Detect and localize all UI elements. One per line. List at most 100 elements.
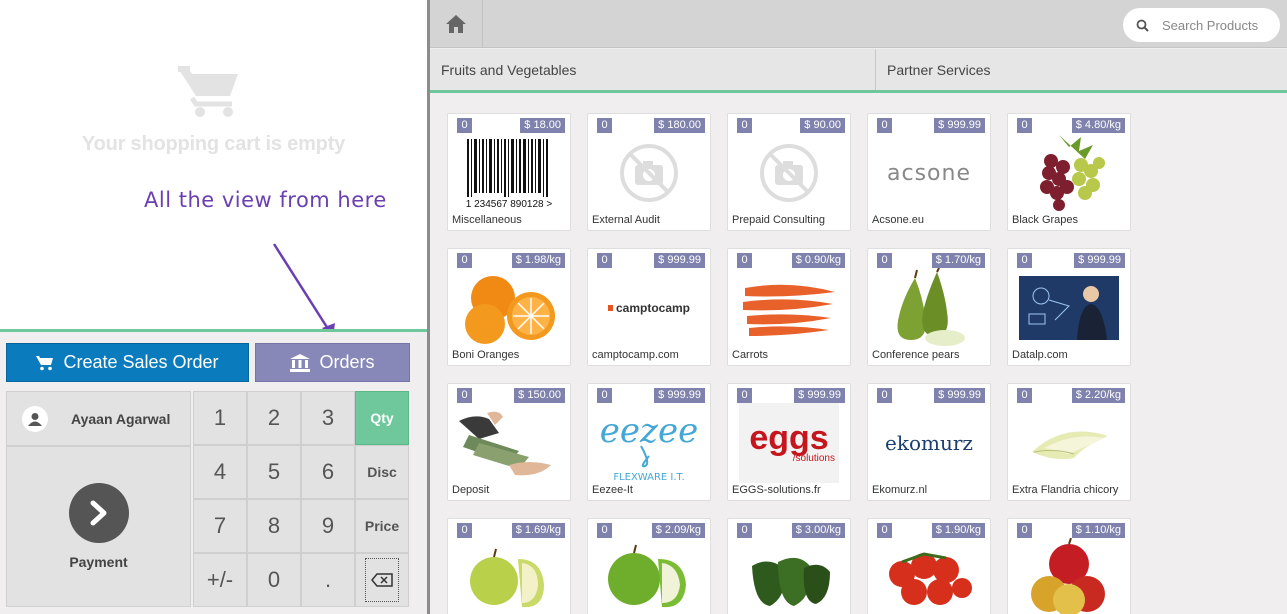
- qty-badge: 0: [1017, 253, 1032, 268]
- numpad-key-dot[interactable]: .: [301, 553, 355, 607]
- payment-button[interactable]: Payment: [6, 446, 191, 607]
- product-card[interactable]: eggs /solutions 0 $ 999.99 EGGS-solutions.…: [727, 383, 851, 501]
- chicory-icon: [1032, 431, 1108, 460]
- oranges-icon: [465, 276, 555, 344]
- product-card[interactable]: 0 $ 1.69/kg: [447, 518, 571, 614]
- product-card[interactable]: 0 $ 1.10/kg: [1007, 518, 1131, 614]
- product-topbar: [430, 0, 1287, 48]
- bank-icon: [290, 353, 311, 372]
- category-fruits-and-vegetables[interactable]: Fruits and Vegetables: [430, 49, 876, 90]
- product-card[interactable]: 0 $ 4.80/kg Black Grapes: [1007, 113, 1131, 231]
- chevron-right-icon: [90, 500, 107, 526]
- product-card[interactable]: camptocamp 0 $ 999.99 camptocamp.com: [587, 248, 711, 366]
- price-badge: $ 1.90/kg: [931, 523, 985, 538]
- green-apples-icon: [608, 544, 686, 608]
- carrots-icon: [743, 284, 835, 336]
- product-image: [732, 132, 846, 214]
- search-box[interactable]: [1123, 8, 1280, 42]
- shopping-cart-icon: [178, 66, 238, 117]
- product-card[interactable]: 0 $ 90.00 Prepaid Consulting: [727, 113, 851, 231]
- product-image: camptocamp: [592, 267, 706, 349]
- product-card[interactable]: 0 $ 1.90/kg: [867, 518, 991, 614]
- red-apples-icon: [1031, 538, 1105, 614]
- numpad-key-8[interactable]: 8: [247, 499, 301, 553]
- numpad-key-4[interactable]: 4: [193, 445, 247, 499]
- search-input[interactable]: [1162, 17, 1272, 33]
- qty-badge: 0: [597, 253, 612, 268]
- price-badge: $ 999.99: [794, 388, 845, 403]
- numpad-key-plusminus[interactable]: +/-: [193, 553, 247, 607]
- qty-badge: 0: [737, 523, 752, 538]
- backspace-button[interactable]: [355, 553, 409, 607]
- product-card[interactable]: 0 $ 0.90/kg Carrots: [727, 248, 851, 366]
- qty-badge: 0: [877, 118, 892, 133]
- product-image: ekomurz: [872, 402, 986, 484]
- qty-badge: 0: [737, 118, 752, 133]
- orders-button[interactable]: Orders: [255, 343, 410, 382]
- svg-text:eezee: eezee: [601, 411, 697, 451]
- product-card[interactable]: acsone 0 $ 999.99 Acsone.eu: [867, 113, 991, 231]
- qty-badge: 0: [597, 118, 612, 133]
- avatar: [22, 405, 48, 432]
- customer-button[interactable]: Ayaan Agarwal: [6, 391, 191, 446]
- category-partner-services[interactable]: Partner Services: [876, 49, 990, 90]
- price-badge: $ 4.80/kg: [1071, 118, 1125, 133]
- product-image: eggs /solutions: [732, 402, 846, 484]
- backspace-icon: [371, 573, 393, 587]
- product-card[interactable]: 0 $ 1.98/kg Boni Oranges: [447, 248, 571, 366]
- numpad-key-9[interactable]: 9: [301, 499, 355, 553]
- product-name: Boni Oranges: [452, 349, 520, 361]
- eggs-logo-icon: eggs /solutions: [739, 403, 839, 483]
- product-image: [1012, 402, 1126, 484]
- product-card[interactable]: 0 $ 1.70/kg Conference pears: [867, 248, 991, 366]
- numpad-key-5[interactable]: 5: [247, 445, 301, 499]
- numpad-key-1[interactable]: 1: [193, 391, 247, 445]
- mode-qty-button[interactable]: Qty: [355, 391, 409, 445]
- price-badge: $ 999.99: [934, 388, 985, 403]
- product-name: Prepaid Consulting: [732, 214, 825, 226]
- create-sales-order-button[interactable]: Create Sales Order: [6, 343, 249, 382]
- numpad-key-3[interactable]: 3: [301, 391, 355, 445]
- product-name: Conference pears: [872, 349, 960, 361]
- price-badge: $ 999.99: [1074, 253, 1125, 268]
- product-card[interactable]: 0 $ 180.00 External Audit: [587, 113, 711, 231]
- product-image: [872, 537, 986, 614]
- qty-badge: 0: [597, 388, 612, 403]
- qty-badge: 0: [1017, 388, 1032, 403]
- product-card[interactable]: eezee FLEXWARE I.T. 0 $ 999.99 Eezee-It: [587, 383, 711, 501]
- product-card[interactable]: 0 $ 3.00/kg: [727, 518, 851, 614]
- product-image: [452, 537, 566, 614]
- home-button[interactable]: [430, 0, 483, 48]
- product-name: External Audit: [592, 214, 660, 226]
- product-card[interactable]: 0 $ 2.09/kg: [587, 518, 711, 614]
- golden-apples-icon: [470, 548, 544, 608]
- product-card[interactable]: ekomurz 0 $ 999.99 Ekomurz.nl: [867, 383, 991, 501]
- backspace-focus: [365, 558, 399, 602]
- product-name: EGGS-solutions.fr: [732, 484, 821, 496]
- cart-area: Your shopping cart is empty All the view…: [0, 0, 427, 338]
- numpad-key-7[interactable]: 7: [193, 499, 247, 553]
- numpad-key-0[interactable]: 0: [247, 553, 301, 607]
- tomatoes-icon: [889, 552, 972, 605]
- product-name: Acsone.eu: [872, 214, 924, 226]
- qty-badge: 0: [877, 253, 892, 268]
- price-badge: $ 1.70/kg: [931, 253, 985, 268]
- qty-badge: 0: [877, 523, 892, 538]
- product-image: [1012, 267, 1126, 349]
- product-card[interactable]: 0 $ 150.00 Deposit: [447, 383, 571, 501]
- cart-icon: [36, 355, 54, 370]
- product-card[interactable]: 1 234567 890128 > 0 $ 18.00 Miscellaneous: [447, 113, 571, 231]
- product-image: eezee FLEXWARE I.T.: [592, 402, 706, 484]
- numpad-key-2[interactable]: 2: [247, 391, 301, 445]
- product-image: [452, 267, 566, 349]
- mode-price-button[interactable]: Price: [355, 499, 409, 553]
- payment-label: Payment: [69, 554, 128, 570]
- price-badge: $ 1.10/kg: [1071, 523, 1125, 538]
- product-card[interactable]: 0 $ 2.20/kg Extra Flandria chicory: [1007, 383, 1131, 501]
- customer-name: Ayaan Agarwal: [71, 410, 171, 427]
- numpad-key-6[interactable]: 6: [301, 445, 355, 499]
- product-image: [732, 537, 846, 614]
- product-card[interactable]: 0 $ 999.99 Datalp.com: [1007, 248, 1131, 366]
- mode-disc-button[interactable]: Disc: [355, 445, 409, 499]
- product-image: [732, 267, 846, 349]
